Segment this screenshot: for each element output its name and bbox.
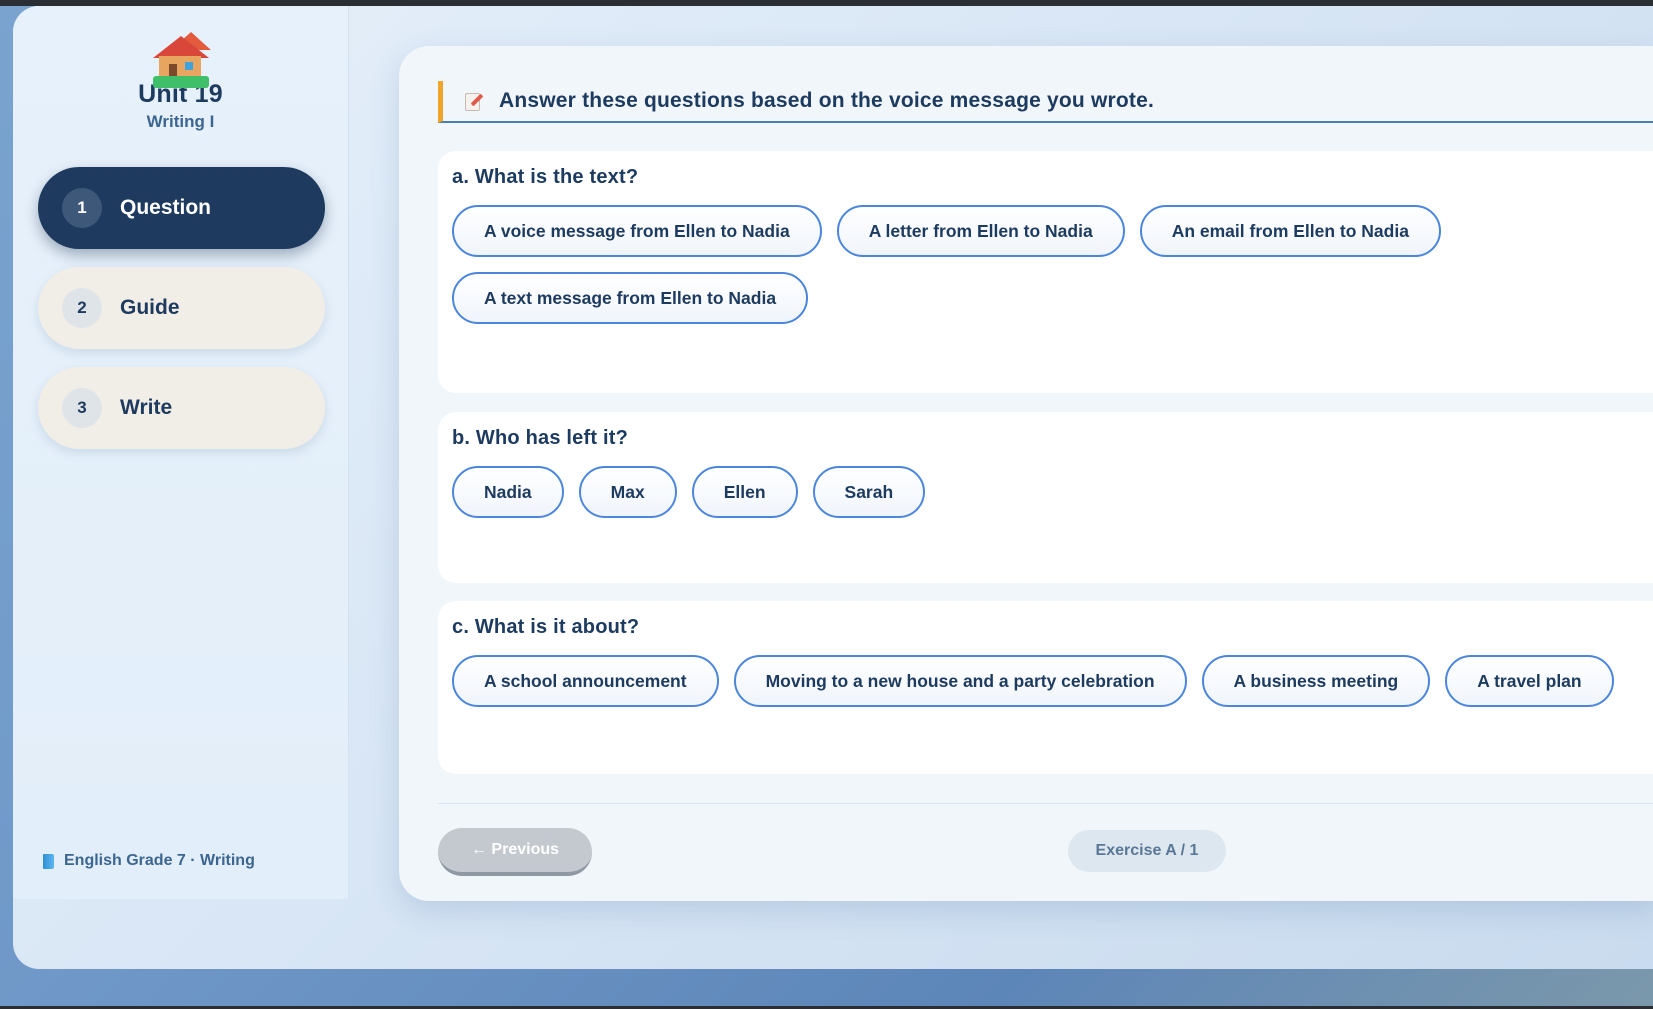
answer-option[interactable]: Ellen (691, 466, 798, 518)
step-label: Write (120, 396, 173, 419)
question-title: a. What is the text? (452, 166, 639, 188)
app-window: Unit 19 Writing I 1 Question 2 Guide 3 W… (13, 6, 1653, 969)
answer-option[interactable]: Nadia (452, 466, 564, 518)
answer-option[interactable]: A voice message from Ellen to Nadia (452, 205, 822, 257)
instruction-text: Answer these questions based on the voic… (499, 89, 1155, 112)
answer-options: A school announcement Moving to a new ho… (452, 655, 1653, 707)
answer-option[interactable]: A letter from Ellen to Nadia (836, 205, 1125, 257)
answer-option[interactable]: Max (578, 466, 677, 518)
answer-option[interactable]: A business meeting (1201, 655, 1431, 707)
step-number: 3 (62, 388, 102, 428)
question-c: c. What is it about? A school announceme… (438, 601, 1653, 774)
step-question[interactable]: 1 Question (38, 167, 325, 249)
answer-option[interactable]: Moving to a new house and a party celebr… (733, 655, 1187, 707)
step-nav: 1 Question 2 Guide 3 Write (38, 167, 325, 467)
instruction-banner: Answer these questions based on the voic… (438, 81, 1653, 123)
answer-option[interactable]: A school announcement (452, 655, 719, 707)
footer-divider (438, 803, 1653, 804)
step-label: Guide (120, 296, 180, 319)
step-guide[interactable]: 2 Guide (38, 267, 325, 349)
step-write[interactable]: 3 Write (38, 367, 325, 449)
step-number: 1 (62, 188, 102, 228)
answer-option[interactable]: A travel plan (1445, 655, 1614, 707)
answer-options: Nadia Max Ellen Sarah (452, 466, 1653, 518)
answer-options: A voice message from Ellen to Nadia A le… (452, 205, 1653, 324)
question-title: c. What is it about? (452, 616, 640, 638)
exercise-counter-badge: Exercise A / 1 (1068, 830, 1226, 872)
house-icon (149, 32, 213, 88)
pencil-paper-icon (465, 92, 484, 111)
step-number: 2 (62, 288, 102, 328)
question-a: a. What is the text? A voice message fro… (438, 151, 1653, 393)
answer-option[interactable]: A text message from Ellen to Nadia (452, 272, 809, 324)
answer-option[interactable]: Sarah (812, 466, 926, 518)
question-b: b. Who has left it? Nadia Max Ellen Sara… (438, 412, 1653, 583)
unit-subtitle: Writing I (146, 112, 215, 131)
previous-button[interactable]: ← Previous (438, 828, 592, 876)
step-label: Question (120, 196, 212, 219)
exercise-card: Answer these questions based on the voic… (399, 46, 1653, 901)
sidebar: Unit 19 Writing I 1 Question 2 Guide 3 W… (13, 6, 349, 899)
course-label: English Grade 7 · Writing (43, 852, 255, 870)
brand: Unit 19 Writing I (13, 32, 348, 132)
question-title: b. Who has left it? (452, 427, 629, 449)
book-icon (43, 853, 54, 869)
answer-option[interactable]: An email from Ellen to Nadia (1139, 205, 1441, 257)
course-text: English Grade 7 · Writing (64, 852, 255, 869)
